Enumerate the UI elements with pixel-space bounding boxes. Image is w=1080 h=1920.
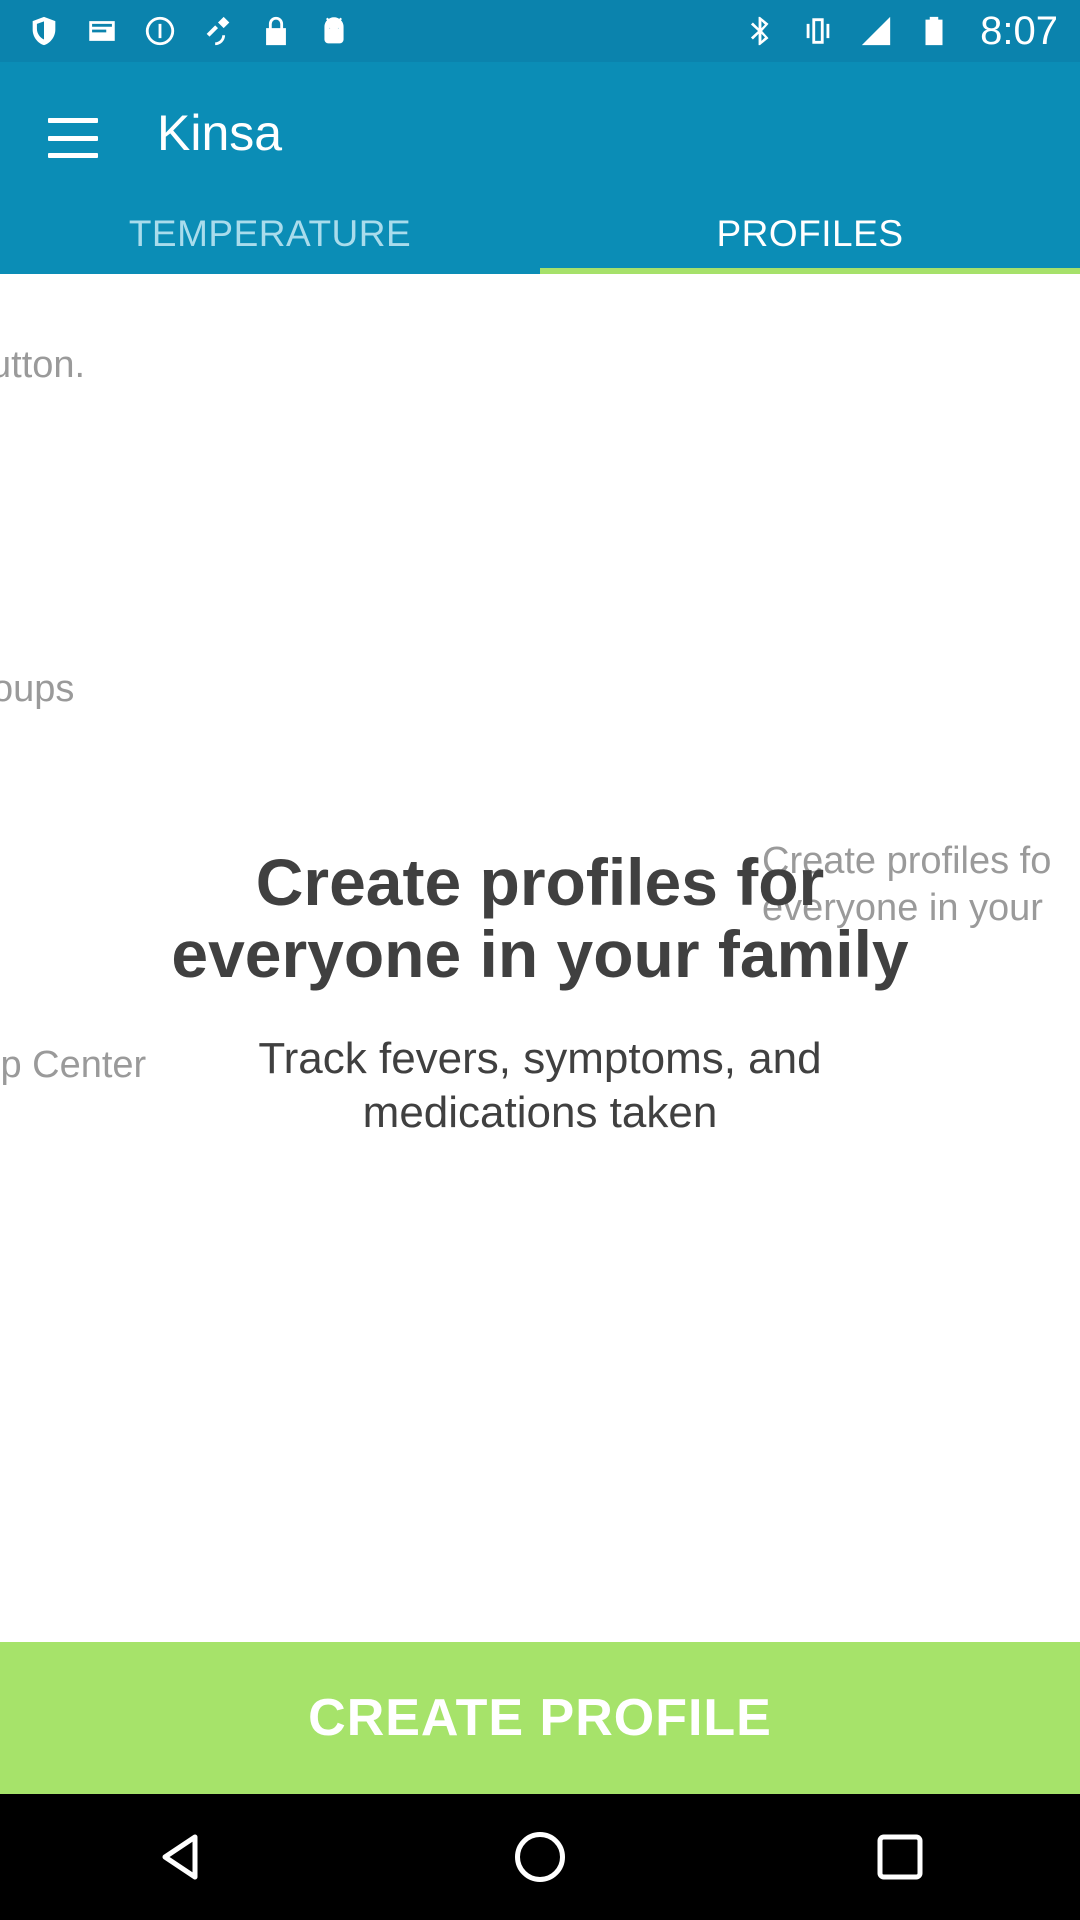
subtitle-line: medications taken xyxy=(362,1088,718,1137)
create-profile-button[interactable]: CREATE PROFILE xyxy=(0,1642,1080,1794)
onboarding-headline: Create profiles for everyone in your fam… xyxy=(0,846,1080,990)
bluetooth-icon xyxy=(742,13,778,49)
mail-icon xyxy=(84,13,120,49)
profiles-content: utton. oups lp Center Create profiles fo… xyxy=(0,274,1080,1642)
headline-line: Create profiles for xyxy=(255,845,825,919)
app-title: Kinsa xyxy=(157,105,283,161)
status-time: 8:07 xyxy=(980,8,1058,53)
tab-temperature[interactable]: TEMPERATURE xyxy=(0,194,540,274)
status-left-icons xyxy=(26,13,352,49)
headline-line: everyone in your family xyxy=(171,917,909,991)
hamburger-menu-icon[interactable] xyxy=(48,118,98,158)
tab-profiles[interactable]: PROFILES xyxy=(540,194,1080,274)
tab-temperature-label: TEMPERATURE xyxy=(128,213,412,254)
cellular-signal-icon xyxy=(858,13,894,49)
satellite-icon xyxy=(200,13,236,49)
lock-icon xyxy=(258,13,294,49)
status-bar: 8:07 xyxy=(0,0,1080,62)
home-icon[interactable] xyxy=(500,1817,580,1897)
recents-icon[interactable] xyxy=(860,1817,940,1897)
data-saver-icon xyxy=(142,13,178,49)
peek-text: oups xyxy=(0,668,75,710)
subtitle-line: Track fevers, symptoms, and xyxy=(258,1034,822,1083)
tab-profiles-label: PROFILES xyxy=(716,213,904,254)
system-nav-bar xyxy=(0,1794,1080,1920)
battery-icon xyxy=(916,13,952,49)
create-profile-label: CREATE PROFILE xyxy=(308,1689,772,1747)
status-right-icons: 8:07 xyxy=(742,9,1058,54)
shield-icon xyxy=(26,13,62,49)
android-icon xyxy=(316,13,352,49)
back-icon[interactable] xyxy=(140,1817,220,1897)
app-bar: Kinsa TEMPERATURE PROFILES xyxy=(0,62,1080,274)
onboarding-subtitle: Track fevers, symptoms, and medications … xyxy=(0,1032,1080,1140)
tab-bar: TEMPERATURE PROFILES xyxy=(0,194,1080,274)
peek-text: utton. xyxy=(0,344,86,386)
vibrate-icon xyxy=(800,13,836,49)
